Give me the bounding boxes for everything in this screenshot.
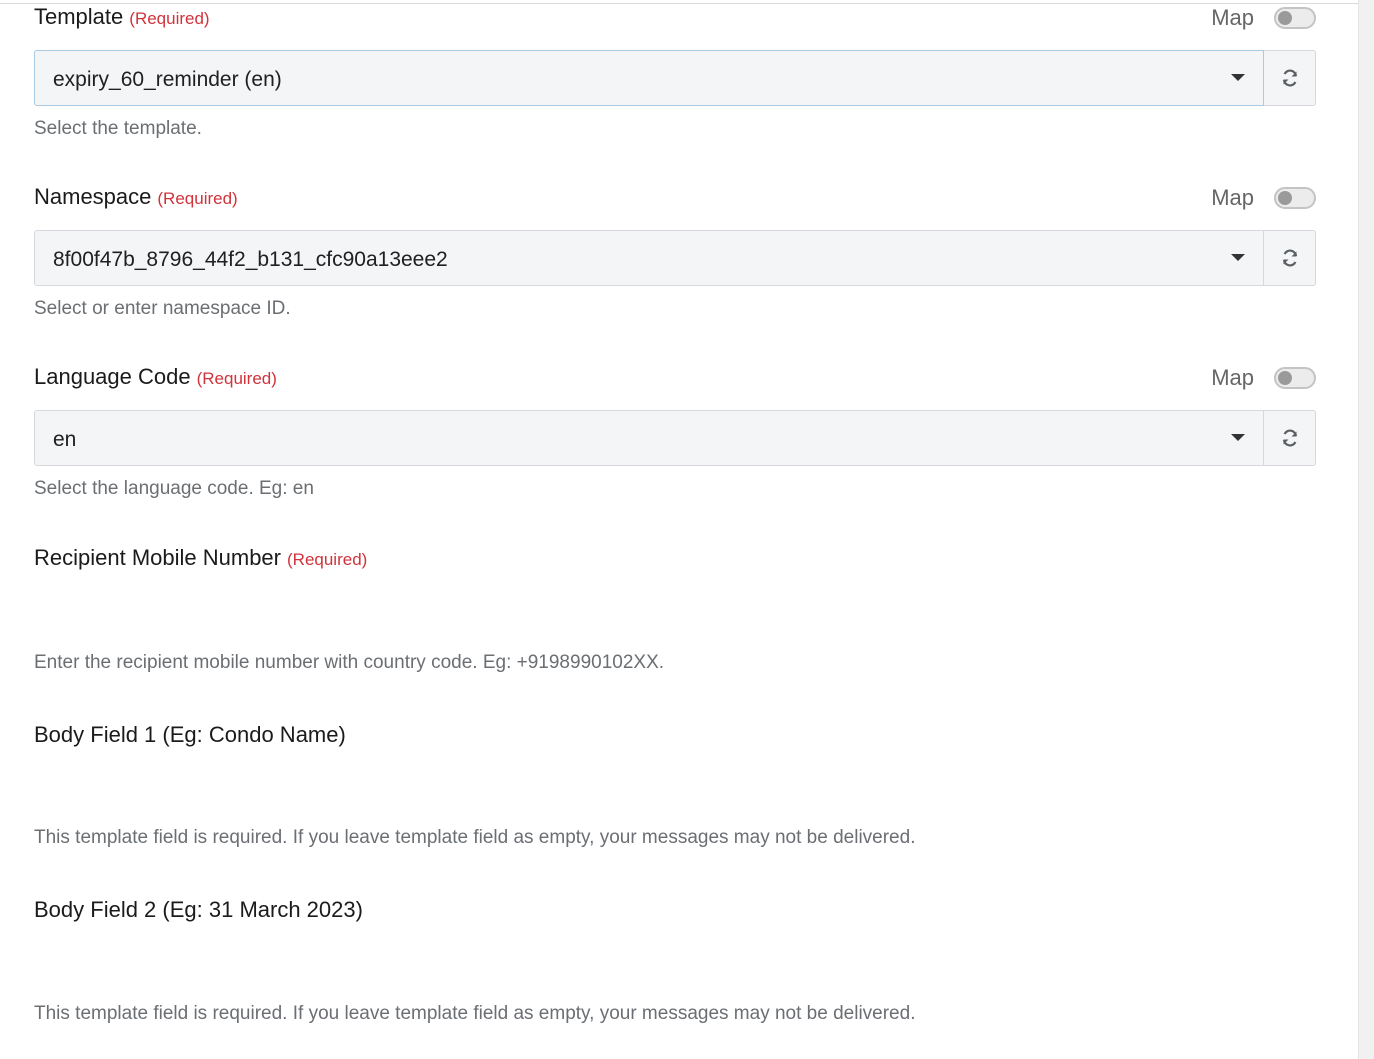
refresh-icon xyxy=(1282,429,1297,447)
namespace-help: Select or enter namespace ID. xyxy=(34,298,291,319)
language-code-select[interactable]: en xyxy=(34,410,1264,466)
language-code-select-row: en xyxy=(34,410,1316,466)
body-field-2-help: This template field is required. If you … xyxy=(34,1003,916,1024)
namespace-select-row: 8f00f47b_8796_44f2_b131_cfc90a13eee2 xyxy=(34,230,1316,286)
namespace-select-value: 8f00f47b_8796_44f2_b131_cfc90a13eee2 xyxy=(53,248,448,271)
template-select[interactable]: expiry_60_reminder (en) xyxy=(34,50,1264,106)
language-code-label-text: Language Code xyxy=(34,364,191,389)
template-refresh-button[interactable] xyxy=(1264,50,1316,106)
caret-down-icon xyxy=(1231,434,1245,441)
template-select-row: expiry_60_reminder (en) xyxy=(34,50,1316,106)
refresh-icon xyxy=(1282,69,1297,87)
recipient-mobile-help: Enter the recipient mobile number with c… xyxy=(34,652,665,673)
language-code-help: Select the language code. Eg: en xyxy=(34,478,314,499)
recipient-mobile-label: Recipient Mobile Number (Required) xyxy=(34,545,367,571)
map-label: Map xyxy=(1211,5,1254,30)
body-field-2-label: Body Field 2 (Eg: 31 March 2023) xyxy=(34,897,363,922)
required-marker: (Required) xyxy=(129,9,210,28)
template-label-row: Template (Required) Map xyxy=(34,0,1316,34)
language-code-map-control: Map xyxy=(1211,364,1316,392)
language-code-label-row: Language Code (Required) Map xyxy=(34,360,1316,394)
namespace-refresh-button[interactable] xyxy=(1264,230,1316,286)
toggle-knob xyxy=(1278,191,1292,205)
template-label: Template (Required) xyxy=(34,4,210,30)
required-marker: (Required) xyxy=(287,550,368,569)
language-code-refresh-button[interactable] xyxy=(1264,410,1316,466)
caret-down-icon xyxy=(1231,74,1245,81)
namespace-label: Namespace (Required) xyxy=(34,184,238,210)
body-field-1-help: This template field is required. If you … xyxy=(34,827,916,848)
language-code-select-value: en xyxy=(53,428,77,451)
namespace-map-control: Map xyxy=(1211,184,1316,212)
toggle-knob xyxy=(1278,371,1292,385)
namespace-label-text: Namespace xyxy=(34,184,152,209)
required-marker: (Required) xyxy=(157,189,238,208)
language-code-label: Language Code (Required) xyxy=(34,364,277,390)
refresh-icon xyxy=(1282,249,1297,267)
map-label: Map xyxy=(1211,185,1254,210)
template-help: Select the template. xyxy=(34,118,202,139)
template-map-control: Map xyxy=(1211,4,1316,32)
caret-down-icon xyxy=(1231,254,1245,261)
recipient-mobile-label-text: Recipient Mobile Number xyxy=(34,545,281,570)
required-marker: (Required) xyxy=(196,369,277,388)
namespace-select[interactable]: 8f00f47b_8796_44f2_b131_cfc90a13eee2 xyxy=(34,230,1264,286)
body-field-1-label: Body Field 1 (Eg: Condo Name) xyxy=(34,722,346,747)
namespace-map-toggle[interactable] xyxy=(1274,187,1316,209)
toggle-knob xyxy=(1278,11,1292,25)
map-label: Map xyxy=(1211,365,1254,390)
template-select-value: expiry_60_reminder (en) xyxy=(53,68,282,91)
language-code-map-toggle[interactable] xyxy=(1274,367,1316,389)
template-label-text: Template xyxy=(34,4,124,29)
template-map-toggle[interactable] xyxy=(1274,7,1316,29)
namespace-label-row: Namespace (Required) Map xyxy=(34,180,1316,214)
page-scrollbar[interactable] xyxy=(1358,0,1374,1059)
